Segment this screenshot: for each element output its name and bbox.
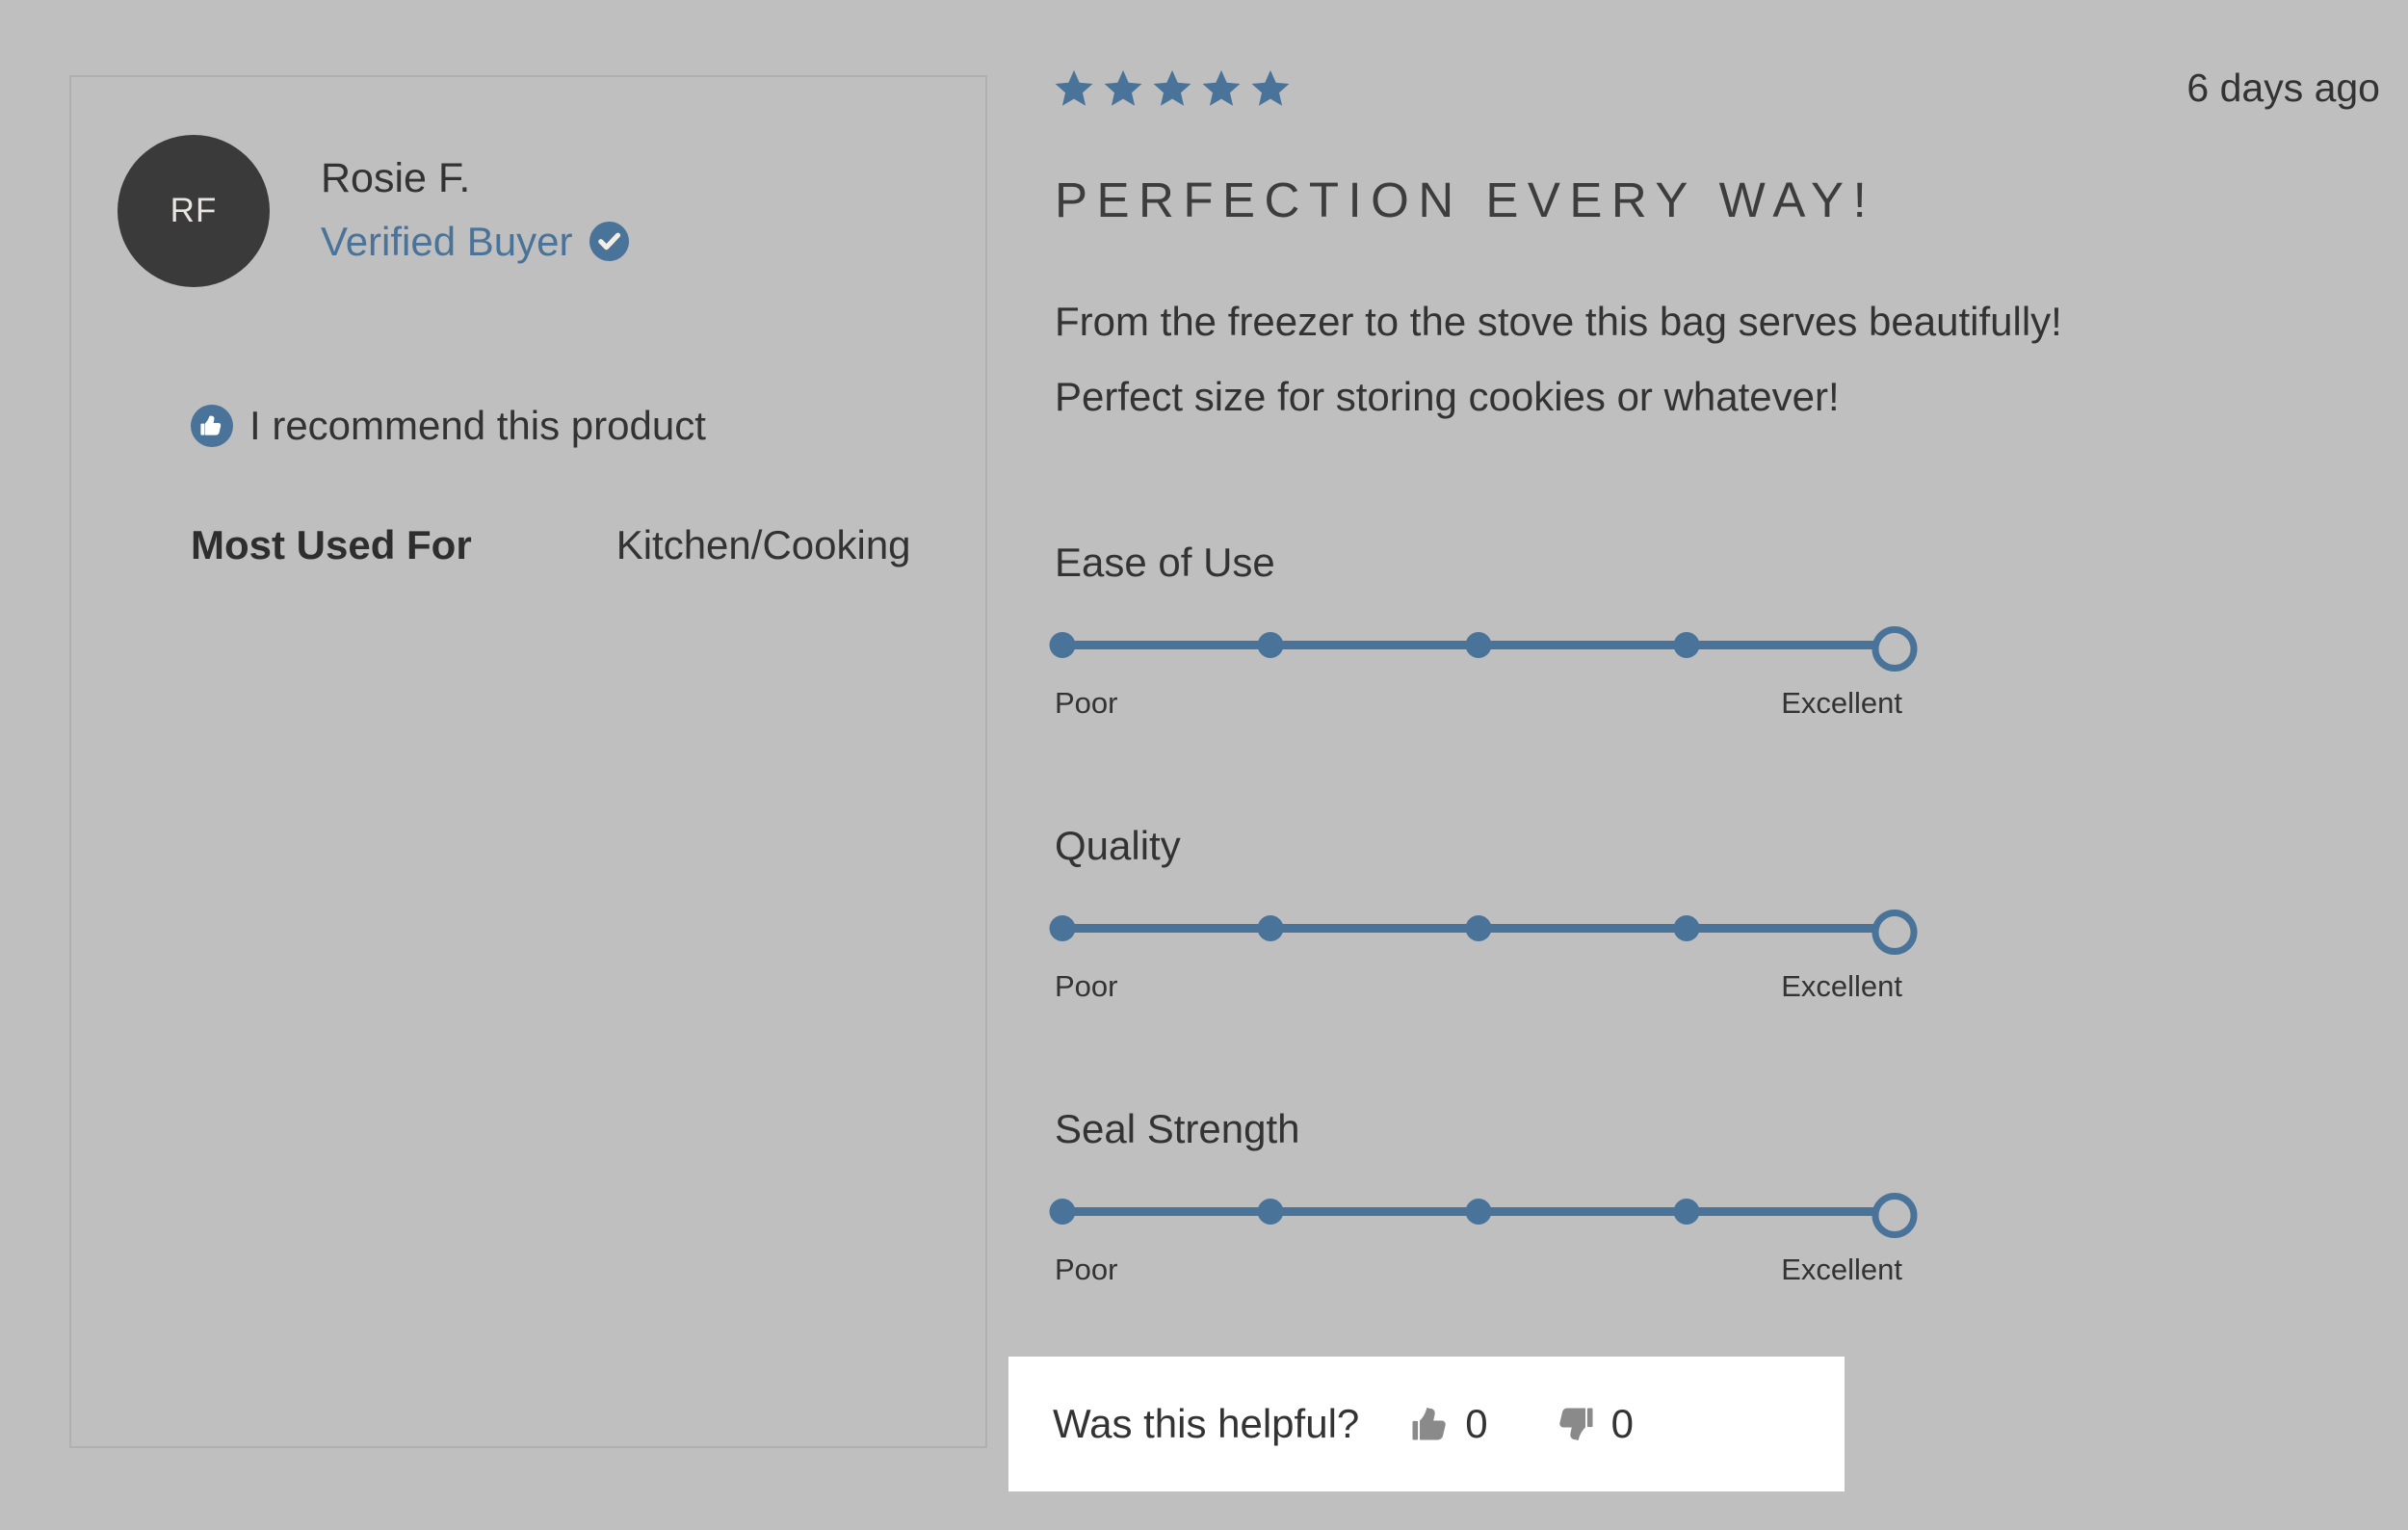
slider-high-label: Excellent bbox=[1781, 1253, 1902, 1287]
author-header: RF Rosie F. Verified Buyer bbox=[118, 135, 629, 287]
slider-handle[interactable] bbox=[1872, 910, 1918, 955]
verified-buyer-row: Verified Buyer bbox=[321, 219, 629, 265]
slider-handle[interactable] bbox=[1872, 1193, 1918, 1238]
rating-label: Quality bbox=[1055, 823, 1922, 869]
slider-tick bbox=[1050, 915, 1076, 941]
slider-handle[interactable] bbox=[1872, 626, 1918, 672]
slider-tick bbox=[1258, 1199, 1284, 1225]
star-filled-icon bbox=[1200, 67, 1243, 110]
slider-tick bbox=[1258, 632, 1284, 658]
was-this-helpful-label: Was this helpful? bbox=[1053, 1401, 1359, 1447]
slider-low-label: Poor bbox=[1055, 969, 1117, 1004]
review-body: From the freezer to the stove this bag s… bbox=[1055, 284, 2365, 435]
author-meta: Rosie F. Verified Buyer bbox=[321, 135, 629, 265]
rating-label: Ease of Use bbox=[1055, 540, 1922, 586]
avatar: RF bbox=[118, 135, 270, 287]
thumbs-up-icon bbox=[1409, 1404, 1450, 1444]
slider-tick bbox=[1258, 915, 1284, 941]
helpful-yes-button[interactable]: 0 bbox=[1409, 1401, 1487, 1447]
secondary-ratings: Ease of Use Poor Excellent Quality bbox=[1055, 540, 1922, 1287]
rating-quality: Quality Poor Excellent bbox=[1055, 823, 1922, 1004]
author-name: Rosie F. bbox=[321, 154, 629, 203]
slider-tick bbox=[1050, 1199, 1076, 1225]
thumbs-down-icon bbox=[1556, 1404, 1596, 1444]
rating-slider[interactable] bbox=[1055, 910, 1902, 948]
slider-high-label: Excellent bbox=[1781, 686, 1902, 721]
helpful-yes-count: 0 bbox=[1465, 1401, 1487, 1447]
author-panel: RF Rosie F. Verified Buyer bbox=[69, 75, 987, 1448]
most-used-for-label: Most Used For bbox=[191, 522, 472, 568]
recommendation-text: I recommend this product bbox=[249, 403, 706, 449]
rating-seal-strength: Seal Strength Poor Excellent bbox=[1055, 1106, 1922, 1287]
slider-legend: Poor Excellent bbox=[1055, 969, 1902, 1004]
slider-low-label: Poor bbox=[1055, 686, 1117, 721]
slider-tick bbox=[1466, 632, 1492, 658]
rating-label: Seal Strength bbox=[1055, 1106, 1922, 1152]
review-content: 6 days ago PERFECTION EVERY WAY! From th… bbox=[1053, 0, 2382, 1530]
was-this-helpful-bar: Was this helpful? 0 0 bbox=[1008, 1357, 1845, 1491]
star-rating bbox=[1053, 67, 1292, 110]
star-filled-icon bbox=[1249, 67, 1292, 110]
star-filled-icon bbox=[1053, 67, 1095, 110]
review-body-line: Perfect size for storing cookies or what… bbox=[1055, 359, 2365, 435]
slider-low-label: Poor bbox=[1055, 1253, 1117, 1287]
slider-tick bbox=[1050, 632, 1076, 658]
slider-tick bbox=[1674, 1199, 1700, 1225]
check-circle-icon bbox=[589, 222, 629, 261]
review-headline: PERFECTION EVERY WAY! bbox=[1055, 171, 1875, 228]
review-date: 6 days ago bbox=[2186, 66, 2382, 111]
rating-slider[interactable] bbox=[1055, 626, 1902, 665]
slider-tick bbox=[1674, 632, 1700, 658]
slider-legend: Poor Excellent bbox=[1055, 686, 1902, 721]
slider-legend: Poor Excellent bbox=[1055, 1253, 1902, 1287]
helpful-no-count: 0 bbox=[1611, 1401, 1634, 1447]
star-filled-icon bbox=[1102, 67, 1144, 110]
rating-ease-of-use: Ease of Use Poor Excellent bbox=[1055, 540, 1922, 721]
most-used-for-row: Most Used For Kitchen/Cooking bbox=[191, 522, 990, 568]
review-header-row: 6 days ago bbox=[1053, 66, 2382, 111]
recommendation-row: I recommend this product bbox=[191, 403, 706, 449]
slider-tick bbox=[1674, 915, 1700, 941]
review-card: RF Rosie F. Verified Buyer bbox=[0, 0, 2408, 1530]
most-used-for-value: Kitchen/Cooking bbox=[616, 522, 911, 568]
slider-high-label: Excellent bbox=[1781, 969, 1902, 1004]
thumbs-up-circle-icon bbox=[191, 405, 233, 447]
slider-tick bbox=[1466, 915, 1492, 941]
star-filled-icon bbox=[1151, 67, 1193, 110]
vote-group: 0 0 bbox=[1409, 1401, 1634, 1447]
verified-buyer-label: Verified Buyer bbox=[321, 219, 572, 265]
helpful-no-button[interactable]: 0 bbox=[1556, 1401, 1634, 1447]
avatar-initials: RF bbox=[170, 192, 218, 230]
rating-slider[interactable] bbox=[1055, 1193, 1902, 1231]
slider-tick bbox=[1466, 1199, 1492, 1225]
review-body-line: From the freezer to the stove this bag s… bbox=[1055, 284, 2365, 359]
